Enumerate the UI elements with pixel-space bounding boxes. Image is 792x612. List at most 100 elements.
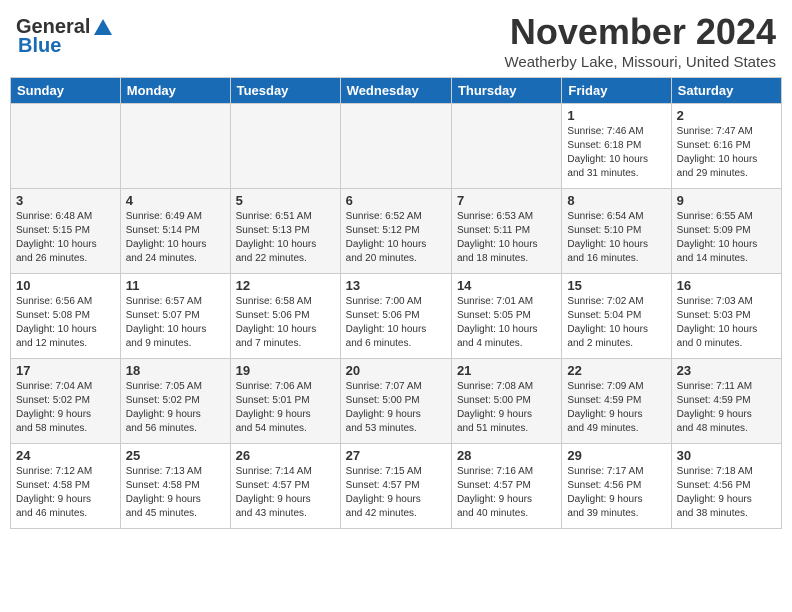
calendar-header-sunday: Sunday xyxy=(11,77,121,103)
logo-blue-text: Blue xyxy=(18,35,61,58)
day-number: 7 xyxy=(457,193,556,208)
day-info: Sunrise: 7:46 AM Sunset: 6:18 PM Dayligh… xyxy=(567,125,665,181)
day-number: 12 xyxy=(236,278,335,293)
day-number: 22 xyxy=(567,363,665,378)
day-info: Sunrise: 6:48 AM Sunset: 5:15 PM Dayligh… xyxy=(16,210,115,266)
calendar-header-thursday: Thursday xyxy=(451,77,561,103)
day-number: 20 xyxy=(346,363,446,378)
calendar-cell: 24Sunrise: 7:12 AM Sunset: 4:58 PM Dayli… xyxy=(11,443,121,528)
day-info: Sunrise: 7:14 AM Sunset: 4:57 PM Dayligh… xyxy=(236,465,335,521)
day-info: Sunrise: 6:54 AM Sunset: 5:10 PM Dayligh… xyxy=(567,210,665,266)
day-info: Sunrise: 6:51 AM Sunset: 5:13 PM Dayligh… xyxy=(236,210,335,266)
day-info: Sunrise: 7:03 AM Sunset: 5:03 PM Dayligh… xyxy=(677,295,776,351)
day-info: Sunrise: 7:07 AM Sunset: 5:00 PM Dayligh… xyxy=(346,380,446,436)
calendar-cell xyxy=(340,103,451,188)
day-info: Sunrise: 7:18 AM Sunset: 4:56 PM Dayligh… xyxy=(677,465,776,521)
calendar-cell xyxy=(11,103,121,188)
calendar-cell: 17 Sunrise: 7:04 AM Sunset: 5:02 PM Dayli… xyxy=(11,358,121,443)
day-number: 27 xyxy=(346,448,446,463)
day-number: 15 xyxy=(567,278,665,293)
calendar-table: SundayMondayTuesdayWednesdayThursdayFrid… xyxy=(10,77,782,529)
calendar-cell: 9 Sunrise: 6:55 AM Sunset: 5:09 PM Daylig… xyxy=(671,188,781,273)
calendar-week-row: 17 Sunrise: 7:04 AM Sunset: 5:02 PM Dayli… xyxy=(11,358,782,443)
day-info: Sunrise: 7:08 AM Sunset: 5:00 PM Dayligh… xyxy=(457,380,556,436)
calendar-header-saturday: Saturday xyxy=(671,77,781,103)
calendar-cell: 28 Sunrise: 7:16 AM Sunset: 4:57 PM Dayli… xyxy=(451,443,561,528)
calendar-cell: 14Sunrise: 7:01 AM Sunset: 5:05 PM Dayli… xyxy=(451,273,561,358)
calendar-week-row: 1Sunrise: 7:46 AM Sunset: 6:18 PM Daylig… xyxy=(11,103,782,188)
calendar-cell: 3 Sunrise: 6:48 AM Sunset: 5:15 PM Daylig… xyxy=(11,188,121,273)
day-info: Sunrise: 7:16 AM Sunset: 4:57 PM Dayligh… xyxy=(457,465,556,521)
day-number: 2 xyxy=(677,108,776,123)
day-info: Sunrise: 6:49 AM Sunset: 5:14 PM Dayligh… xyxy=(126,210,225,266)
day-number: 13 xyxy=(346,278,446,293)
calendar-cell: 18 Sunrise: 7:05 AM Sunset: 5:02 PM Dayli… xyxy=(120,358,230,443)
day-info: Sunrise: 7:15 AM Sunset: 4:57 PM Dayligh… xyxy=(346,465,446,521)
day-number: 29 xyxy=(567,448,665,463)
calendar-cell: 13Sunrise: 7:00 AM Sunset: 5:06 PM Dayli… xyxy=(340,273,451,358)
day-number: 5 xyxy=(236,193,335,208)
day-info: Sunrise: 7:13 AM Sunset: 4:58 PM Dayligh… xyxy=(126,465,225,521)
day-info: Sunrise: 6:53 AM Sunset: 5:11 PM Dayligh… xyxy=(457,210,556,266)
day-info: Sunrise: 7:02 AM Sunset: 5:04 PM Dayligh… xyxy=(567,295,665,351)
calendar-header-row: SundayMondayTuesdayWednesdayThursdayFrid… xyxy=(11,77,782,103)
location-subtitle: Weatherby Lake, Missouri, United States xyxy=(504,54,776,71)
day-info: Sunrise: 7:04 AM Sunset: 5:02 PM Dayligh… xyxy=(16,380,115,436)
day-info: Sunrise: 7:05 AM Sunset: 5:02 PM Dayligh… xyxy=(126,380,225,436)
day-number: 21 xyxy=(457,363,556,378)
day-number: 23 xyxy=(677,363,776,378)
day-info: Sunrise: 6:58 AM Sunset: 5:06 PM Dayligh… xyxy=(236,295,335,351)
day-number: 4 xyxy=(126,193,225,208)
day-number: 8 xyxy=(567,193,665,208)
title-section: November 2024 Weatherby Lake, Missouri, … xyxy=(504,12,776,71)
day-number: 14 xyxy=(457,278,556,293)
day-number: 25 xyxy=(126,448,225,463)
calendar-cell: 4 Sunrise: 6:49 AM Sunset: 5:14 PM Daylig… xyxy=(120,188,230,273)
day-number: 28 xyxy=(457,448,556,463)
calendar-cell: 23 Sunrise: 7:11 AM Sunset: 4:59 PM Dayli… xyxy=(671,358,781,443)
day-number: 26 xyxy=(236,448,335,463)
day-info: Sunrise: 6:55 AM Sunset: 5:09 PM Dayligh… xyxy=(677,210,776,266)
day-info: Sunrise: 6:56 AM Sunset: 5:08 PM Dayligh… xyxy=(16,295,115,351)
calendar-cell xyxy=(120,103,230,188)
calendar-cell: 5 Sunrise: 6:51 AM Sunset: 5:13 PM Daylig… xyxy=(230,188,340,273)
day-number: 16 xyxy=(677,278,776,293)
day-number: 9 xyxy=(677,193,776,208)
calendar-cell: 11Sunrise: 6:57 AM Sunset: 5:07 PM Dayli… xyxy=(120,273,230,358)
calendar-cell: 25 Sunrise: 7:13 AM Sunset: 4:58 PM Dayli… xyxy=(120,443,230,528)
calendar-week-row: 10 Sunrise: 6:56 AM Sunset: 5:08 PM Dayli… xyxy=(11,273,782,358)
calendar-cell: 12 Sunrise: 6:58 AM Sunset: 5:06 PM Dayli… xyxy=(230,273,340,358)
day-number: 17 xyxy=(16,363,115,378)
calendar-cell: 8 Sunrise: 6:54 AM Sunset: 5:10 PM Daylig… xyxy=(562,188,671,273)
calendar-cell: 21 Sunrise: 7:08 AM Sunset: 5:00 PM Dayli… xyxy=(451,358,561,443)
day-number: 6 xyxy=(346,193,446,208)
calendar-cell: 26 Sunrise: 7:14 AM Sunset: 4:57 PM Dayli… xyxy=(230,443,340,528)
calendar-wrapper: SundayMondayTuesdayWednesdayThursdayFrid… xyxy=(0,77,792,539)
day-number: 24 xyxy=(16,448,115,463)
day-number: 19 xyxy=(236,363,335,378)
calendar-cell xyxy=(230,103,340,188)
logo: General Blue xyxy=(16,12,114,58)
day-info: Sunrise: 7:11 AM Sunset: 4:59 PM Dayligh… xyxy=(677,380,776,436)
calendar-cell: 20 Sunrise: 7:07 AM Sunset: 5:00 PM Dayli… xyxy=(340,358,451,443)
day-number: 18 xyxy=(126,363,225,378)
day-number: 11 xyxy=(126,278,225,293)
calendar-cell: 2 Sunrise: 7:47 AM Sunset: 6:16 PM Daylig… xyxy=(671,103,781,188)
calendar-cell: 10 Sunrise: 6:56 AM Sunset: 5:08 PM Dayli… xyxy=(11,273,121,358)
calendar-header-friday: Friday xyxy=(562,77,671,103)
calendar-cell: 27 Sunrise: 7:15 AM Sunset: 4:57 PM Dayli… xyxy=(340,443,451,528)
calendar-week-row: 3 Sunrise: 6:48 AM Sunset: 5:15 PM Daylig… xyxy=(11,188,782,273)
day-info: Sunrise: 6:52 AM Sunset: 5:12 PM Dayligh… xyxy=(346,210,446,266)
calendar-cell: 19 Sunrise: 7:06 AM Sunset: 5:01 PM Dayli… xyxy=(230,358,340,443)
calendar-cell: 6 Sunrise: 6:52 AM Sunset: 5:12 PM Daylig… xyxy=(340,188,451,273)
day-number: 3 xyxy=(16,193,115,208)
day-info: Sunrise: 7:06 AM Sunset: 5:01 PM Dayligh… xyxy=(236,380,335,436)
calendar-cell: 30 Sunrise: 7:18 AM Sunset: 4:56 PM Dayli… xyxy=(671,443,781,528)
calendar-cell: 29Sunrise: 7:17 AM Sunset: 4:56 PM Dayli… xyxy=(562,443,671,528)
day-number: 30 xyxy=(677,448,776,463)
month-title: November 2024 xyxy=(504,12,776,52)
calendar-cell: 15 Sunrise: 7:02 AM Sunset: 5:04 PM Dayli… xyxy=(562,273,671,358)
logo-icon xyxy=(92,17,114,39)
day-info: Sunrise: 7:47 AM Sunset: 6:16 PM Dayligh… xyxy=(677,125,776,181)
day-number: 10 xyxy=(16,278,115,293)
